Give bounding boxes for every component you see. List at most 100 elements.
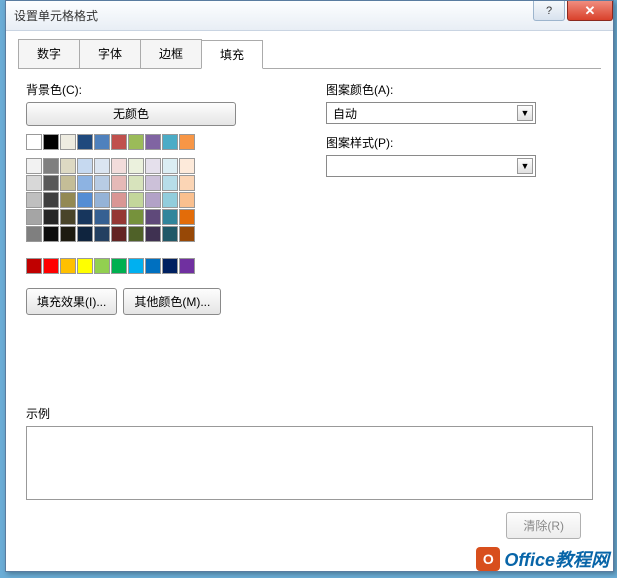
color-swatch[interactable] [94, 134, 110, 150]
color-swatch[interactable] [77, 258, 93, 274]
close-button[interactable]: ✕ [567, 1, 613, 21]
color-swatch[interactable] [60, 258, 76, 274]
color-swatch[interactable] [43, 192, 59, 208]
color-swatch[interactable] [111, 258, 127, 274]
color-swatch[interactable] [179, 175, 195, 191]
color-swatch[interactable] [128, 134, 144, 150]
footer: 清除(R) [18, 500, 601, 539]
color-swatch[interactable] [60, 192, 76, 208]
color-swatch[interactable] [111, 192, 127, 208]
color-swatch[interactable] [145, 192, 161, 208]
tab-fill[interactable]: 填充 [201, 40, 263, 69]
color-swatch[interactable] [111, 158, 127, 174]
color-swatch[interactable] [128, 192, 144, 208]
color-swatch[interactable] [26, 158, 42, 174]
color-swatch[interactable] [145, 209, 161, 225]
color-swatch[interactable] [128, 158, 144, 174]
color-swatch[interactable] [43, 258, 59, 274]
color-swatch[interactable] [162, 209, 178, 225]
tab-font[interactable]: 字体 [79, 39, 141, 68]
color-swatch[interactable] [179, 192, 195, 208]
pattern-color-dropdown[interactable]: 自动 ▼ [326, 102, 536, 124]
color-swatch[interactable] [43, 158, 59, 174]
color-swatch[interactable] [111, 226, 127, 242]
color-swatch[interactable] [162, 192, 178, 208]
color-swatch[interactable] [43, 226, 59, 242]
color-swatch[interactable] [77, 158, 93, 174]
color-swatch[interactable] [60, 134, 76, 150]
dialog-content: 数字 字体 边框 填充 背景色(C): 无颜色 填充效果(I)... 其他颜色(… [6, 31, 613, 551]
color-swatch[interactable] [60, 209, 76, 225]
color-swatch[interactable] [128, 226, 144, 242]
color-swatch[interactable] [145, 175, 161, 191]
color-swatch[interactable] [94, 192, 110, 208]
color-swatch[interactable] [111, 175, 127, 191]
color-swatch[interactable] [145, 158, 161, 174]
color-swatch[interactable] [77, 209, 93, 225]
help-button[interactable]: ? [533, 1, 565, 21]
color-swatch[interactable] [179, 226, 195, 242]
more-colors-button[interactable]: 其他颜色(M)... [123, 288, 221, 315]
pattern-style-dropdown[interactable]: ▼ [326, 155, 536, 177]
left-column: 背景色(C): 无颜色 填充效果(I)... 其他颜色(M)... [26, 81, 286, 315]
dialog-window: 设置单元格格式 ? ✕ 数字 字体 边框 填充 背景色(C): 无颜色 填充效果… [5, 0, 614, 572]
color-swatch[interactable] [26, 134, 42, 150]
color-swatch[interactable] [128, 258, 144, 274]
titlebar[interactable]: 设置单元格格式 ? ✕ [6, 1, 613, 31]
color-swatch[interactable] [77, 192, 93, 208]
color-swatch[interactable] [179, 209, 195, 225]
chevron-down-icon: ▼ [517, 158, 533, 174]
color-swatch[interactable] [179, 258, 195, 274]
color-swatch[interactable] [162, 226, 178, 242]
clear-button[interactable]: 清除(R) [506, 512, 581, 539]
color-swatch[interactable] [26, 226, 42, 242]
color-swatch[interactable] [162, 175, 178, 191]
watermark: O Office教程网 [476, 546, 609, 572]
color-swatch[interactable] [26, 258, 42, 274]
color-swatch[interactable] [77, 226, 93, 242]
standard-color-row [26, 258, 286, 274]
color-swatch[interactable] [94, 258, 110, 274]
color-swatch[interactable] [26, 192, 42, 208]
color-swatch[interactable] [94, 158, 110, 174]
window-title: 设置单元格格式 [14, 7, 98, 24]
color-swatch[interactable] [43, 175, 59, 191]
color-swatch[interactable] [26, 209, 42, 225]
color-swatch[interactable] [60, 175, 76, 191]
color-swatch[interactable] [162, 134, 178, 150]
no-color-button[interactable]: 无颜色 [26, 102, 236, 126]
watermark-icon: O [476, 547, 500, 571]
color-swatch[interactable] [145, 226, 161, 242]
pattern-color-label: 图案颜色(A): [326, 81, 593, 98]
color-swatch[interactable] [179, 158, 195, 174]
tab-border[interactable]: 边框 [140, 39, 202, 68]
color-swatch[interactable] [111, 134, 127, 150]
color-swatch[interactable] [77, 175, 93, 191]
fill-effects-button[interactable]: 填充效果(I)... [26, 288, 117, 315]
color-swatch[interactable] [145, 134, 161, 150]
color-swatch[interactable] [145, 258, 161, 274]
window-buttons: ? ✕ [533, 1, 613, 21]
right-column: 图案颜色(A): 自动 ▼ 图案样式(P): ▼ [326, 81, 593, 315]
color-swatch[interactable] [128, 209, 144, 225]
color-swatch[interactable] [128, 175, 144, 191]
color-swatch[interactable] [43, 134, 59, 150]
color-swatch[interactable] [94, 226, 110, 242]
color-swatch[interactable] [162, 258, 178, 274]
color-swatch[interactable] [162, 158, 178, 174]
color-swatch[interactable] [179, 134, 195, 150]
color-swatch[interactable] [60, 226, 76, 242]
color-swatch[interactable] [60, 158, 76, 174]
sample-label: 示例 [26, 405, 593, 422]
color-swatch[interactable] [26, 175, 42, 191]
color-swatch[interactable] [94, 209, 110, 225]
color-swatch[interactable] [77, 134, 93, 150]
main-area: 背景色(C): 无颜色 填充效果(I)... 其他颜色(M)... 图案颜色(A… [18, 81, 601, 315]
sample-section: 示例 [18, 405, 601, 500]
color-swatch[interactable] [43, 209, 59, 225]
tab-number[interactable]: 数字 [18, 39, 80, 68]
color-swatch[interactable] [94, 175, 110, 191]
chevron-down-icon: ▼ [517, 105, 533, 121]
pattern-color-value: 自动 [333, 105, 357, 122]
color-swatch[interactable] [111, 209, 127, 225]
